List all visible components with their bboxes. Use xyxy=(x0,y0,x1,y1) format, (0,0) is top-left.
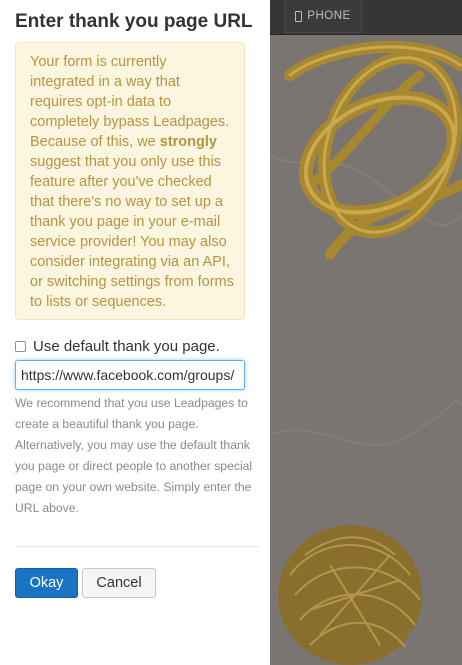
integration-warning: Your form is currently integrated in a w… xyxy=(15,42,245,320)
thank-you-url-input[interactable] xyxy=(15,360,245,390)
warning-text-after: suggest that you only use this feature a… xyxy=(30,154,234,310)
phone-tab-label: PHONE xyxy=(307,10,351,22)
phone-icon xyxy=(295,10,303,22)
warning-strong-text: strongly xyxy=(159,134,217,150)
panel-title: Enter thank you page URL xyxy=(15,11,253,32)
thank-you-url-panel: Enter thank you page URL Your form is cu… xyxy=(0,0,270,665)
footer-divider xyxy=(15,546,259,547)
default-thank-you-label[interactable]: Use default thank you page. xyxy=(33,338,220,355)
page-preview: PHONE xyxy=(270,0,462,665)
preview-background-image xyxy=(270,35,462,665)
default-thank-you-option[interactable]: Use default thank you page. xyxy=(15,336,220,356)
default-thank-you-checkbox[interactable] xyxy=(15,340,26,352)
cancel-button[interactable]: Cancel xyxy=(82,568,156,598)
okay-button[interactable]: Okay xyxy=(15,568,78,598)
preview-device-bar: PHONE xyxy=(270,0,462,35)
url-help-text: We recommend that you use Leadpages to c… xyxy=(15,396,253,515)
phone-view-tab[interactable]: PHONE xyxy=(284,0,362,33)
